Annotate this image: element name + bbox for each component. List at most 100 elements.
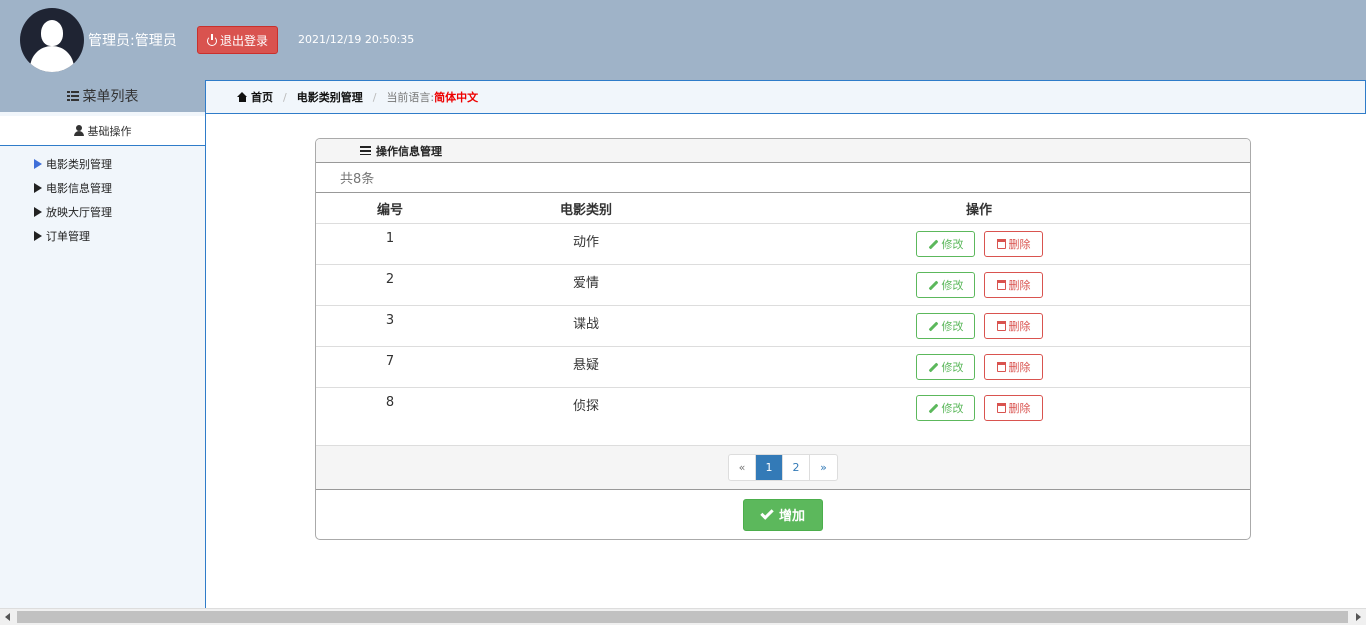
delete-label: 删除 (1008, 402, 1031, 415)
row-actions: 修改 删除 (916, 354, 1043, 380)
edit-label: 修改 (941, 279, 964, 292)
pagination-row: « 1 2 » (316, 445, 1250, 490)
cell-category: 动作 (572, 235, 599, 250)
scroll-thumb[interactable] (17, 611, 1348, 623)
cell-category: 谍战 (572, 317, 599, 332)
table-body: 1 动作 修改 删除 2 爱情 修改 删除 3 谍战 修改 删除 7 悬疑 修改… (316, 224, 1250, 445)
add-button[interactable]: 增加 (743, 498, 823, 531)
column-header-ops: 操作 (965, 202, 992, 218)
cell-id: 2 (385, 272, 395, 287)
pencil-icon (928, 321, 938, 331)
menu-title-text: 菜单列表 (82, 89, 139, 105)
caret-right-icon (34, 231, 42, 241)
pagination-prev[interactable]: « (729, 455, 756, 480)
pencil-icon (928, 280, 938, 290)
edit-button[interactable]: 修改 (916, 272, 975, 298)
row-actions: 修改 删除 (916, 231, 1043, 257)
delete-label: 删除 (1008, 279, 1031, 292)
trash-icon (996, 321, 1006, 331)
sidebar-item-orders[interactable]: 订单管理 (34, 224, 205, 248)
table-header: 编号 电影类别 操作 (316, 193, 1250, 224)
caret-right-icon (34, 183, 42, 193)
breadcrumb-separator: / (283, 90, 287, 104)
panel-header: 操作信息管理 (316, 139, 1250, 163)
cell-id: 7 (385, 354, 395, 369)
scroll-right-arrow-icon[interactable] (1356, 613, 1361, 621)
avatar (20, 8, 84, 72)
breadcrumb-separator: / (372, 90, 377, 104)
avatar-body (30, 46, 74, 72)
delete-button[interactable]: 删除 (984, 313, 1043, 339)
column-header-category: 电影类别 (559, 202, 612, 218)
sidebar: 菜单列表 基础操作 电影类别管理 电影信息管理 放映大厅管理 订单管理 (0, 80, 206, 608)
breadcrumb-current[interactable]: 电影类别管理 (297, 89, 363, 105)
edit-button[interactable]: 修改 (916, 313, 975, 339)
operation-info-panel: 操作信息管理 共8条 编号 电影类别 操作 1 动作 修改 删除 2 爱情 修改… (315, 138, 1251, 540)
edit-label: 修改 (941, 361, 964, 374)
delete-label: 删除 (1008, 238, 1031, 251)
add-row: 增加 (316, 490, 1250, 539)
pencil-icon (928, 403, 938, 413)
breadcrumb-home[interactable]: 首页 (251, 89, 273, 105)
menu-title: 菜单列表 (0, 80, 205, 112)
table-row: 3 谍战 修改 删除 (316, 306, 1250, 347)
edit-button[interactable]: 修改 (916, 395, 975, 421)
row-actions: 修改 删除 (916, 313, 1043, 339)
edit-button[interactable]: 修改 (916, 354, 975, 380)
pagination-page-2[interactable]: 2 (783, 455, 810, 480)
trash-icon (996, 239, 1006, 249)
cell-category: 爱情 (572, 276, 599, 291)
edit-button[interactable]: 修改 (916, 231, 975, 257)
record-count: 共8条 (316, 163, 1250, 193)
caret-right-icon (34, 159, 42, 169)
delete-button[interactable]: 删除 (984, 354, 1043, 380)
edit-label: 修改 (941, 320, 964, 333)
list-icon (66, 91, 79, 101)
section-basic-operations[interactable]: 基础操作 (0, 116, 205, 146)
trash-icon (996, 362, 1006, 372)
user-label: 管理员:管理员 (88, 33, 177, 49)
table-row: 8 侦探 修改 删除 (316, 388, 1250, 429)
sidebar-item-label: 电影类别管理 (46, 158, 112, 171)
horizontal-scrollbar[interactable] (0, 608, 1366, 625)
logout-label: 退出登录 (219, 33, 268, 48)
avatar-head (41, 20, 63, 46)
table-row: 2 爱情 修改 删除 (316, 265, 1250, 306)
pencil-icon (928, 239, 938, 249)
delete-label: 删除 (1008, 320, 1031, 333)
delete-label: 删除 (1008, 361, 1031, 374)
trash-icon (996, 280, 1006, 290)
row-actions: 修改 删除 (916, 395, 1043, 421)
sidebar-item-label: 电影信息管理 (46, 182, 112, 195)
user-icon (73, 125, 84, 136)
sidebar-item-label: 放映大厅管理 (46, 206, 112, 219)
edit-label: 修改 (941, 238, 964, 251)
scroll-left-arrow-icon[interactable] (5, 613, 10, 621)
edit-label: 修改 (941, 402, 964, 415)
cell-id: 3 (385, 313, 395, 328)
sidebar-item-movie-info[interactable]: 电影信息管理 (34, 176, 205, 200)
cell-id: 1 (385, 231, 395, 246)
language-value[interactable]: 简体中文 (434, 89, 478, 105)
row-actions: 修改 删除 (916, 272, 1043, 298)
pagination: « 1 2 » (728, 454, 838, 481)
table-row: 7 悬疑 修改 删除 (316, 347, 1250, 388)
delete-button[interactable]: 删除 (984, 395, 1043, 421)
breadcrumb: 首页 / 电影类别管理 / 当前语言: 简体中文 (205, 80, 1366, 114)
home-icon (237, 92, 248, 102)
delete-button[interactable]: 删除 (984, 231, 1043, 257)
logout-button[interactable]: 退出登录 (197, 26, 278, 54)
cell-category: 侦探 (572, 399, 599, 414)
cell-id: 8 (385, 395, 395, 410)
pagination-next[interactable]: » (810, 455, 837, 480)
pencil-icon (928, 362, 938, 372)
cell-category: 悬疑 (572, 358, 599, 373)
top-header: 管理员:管理员 退出登录 2021/12/19 20:50:35 (0, 0, 1366, 80)
column-header-id: 编号 (376, 202, 403, 218)
sidebar-item-screening-hall[interactable]: 放映大厅管理 (34, 200, 205, 224)
add-label: 增加 (778, 509, 805, 524)
sidebar-item-movie-category[interactable]: 电影类别管理 (34, 152, 205, 176)
delete-button[interactable]: 删除 (984, 272, 1043, 298)
current-datetime: 2021/12/19 20:50:35 (298, 33, 415, 46)
pagination-page-1[interactable]: 1 (756, 455, 783, 480)
